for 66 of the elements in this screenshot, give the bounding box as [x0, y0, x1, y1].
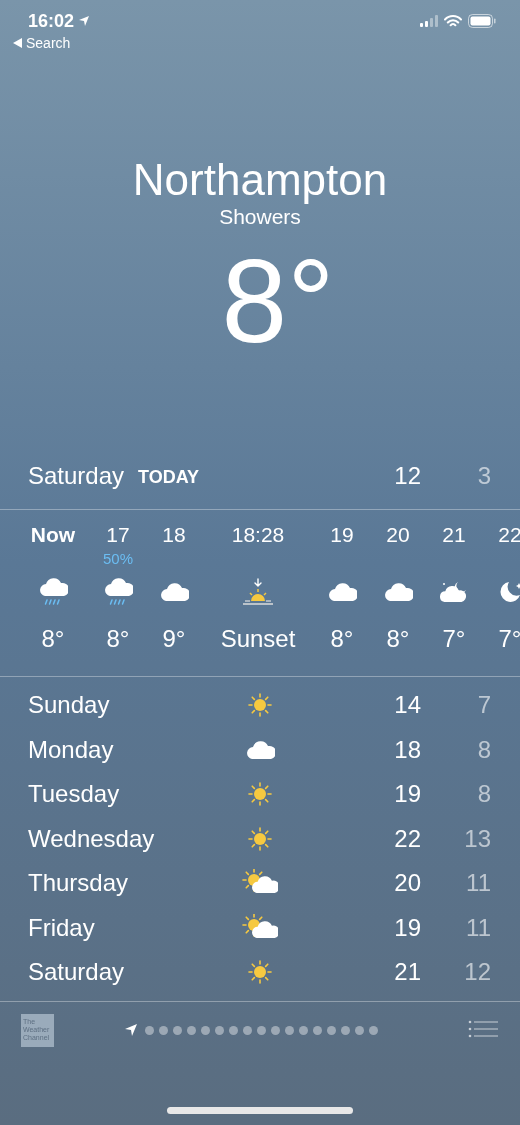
day-low: 11: [465, 912, 491, 943]
day-name: Thursday: [28, 868, 130, 899]
today-low: 3: [476, 461, 491, 491]
day-name: Wednesday: [28, 823, 156, 854]
day-high: 14: [393, 690, 421, 721]
hour-temperature: 9°: [162, 624, 186, 654]
hour-label: 20: [386, 522, 410, 548]
hour-label: 17: [106, 522, 130, 548]
day-name: Sunday: [28, 690, 111, 721]
day-high: 22: [393, 823, 421, 854]
sun-icon: [246, 691, 274, 720]
day-low: 12: [463, 957, 491, 988]
back-triangle-icon: [13, 38, 22, 48]
cloud-icon: [383, 581, 413, 603]
cloud-icon: [327, 581, 357, 603]
rain-cloud-icon: [38, 577, 68, 607]
day-high: 19: [393, 912, 421, 943]
city-name: Northampton: [132, 154, 388, 206]
hour-label: 18:28: [231, 522, 285, 548]
day-low: 13: [463, 823, 491, 854]
wifi-icon: [444, 14, 462, 28]
hour-temperature: 7°: [442, 624, 466, 654]
moon-cloud-icon: [439, 579, 469, 605]
hour-temperature: 8°: [41, 624, 65, 654]
weather-condition: Showers: [219, 204, 301, 230]
today-label: TODAY: [138, 465, 200, 489]
signal-icon: [420, 15, 438, 27]
hour-temperature: 8°: [386, 624, 410, 654]
hour-label: 22: [498, 522, 520, 548]
hour-label: 21: [442, 522, 466, 548]
day-low: 8: [476, 734, 491, 765]
day-low: 11: [465, 868, 491, 899]
day-name: Saturday: [28, 957, 126, 988]
current-temperature: 8°: [220, 236, 335, 366]
hour-label: 18: [162, 522, 186, 548]
hour-label: 19: [330, 522, 354, 548]
today-high: 12: [393, 461, 421, 491]
battery-icon: [468, 14, 496, 28]
hour-label: Now: [30, 522, 76, 548]
location-arrow-icon: [78, 15, 91, 27]
status-time: 16:02: [28, 10, 75, 32]
hour-temperature: 7°: [498, 624, 520, 654]
day-name: Monday: [28, 734, 115, 765]
day-name: Friday: [28, 912, 96, 943]
sun-icon: [246, 958, 274, 987]
back-button[interactable]: Search: [13, 34, 91, 52]
hour-temperature: 8°: [330, 624, 354, 654]
hour-temperature: 8°: [106, 624, 130, 654]
hour-temperature: Sunset: [220, 624, 296, 654]
list-icon[interactable]: [468, 1020, 498, 1040]
cloud-icon: [159, 581, 189, 603]
sun-icon: [246, 824, 274, 853]
today-day: Saturday: [28, 458, 125, 494]
day-high: 18: [393, 734, 421, 765]
day-high: 19: [393, 779, 421, 810]
day-low: 8: [476, 779, 491, 810]
cloud-icon: [245, 738, 275, 761]
day-low: 7: [476, 690, 491, 721]
precipitation-chance: 50%: [103, 548, 133, 569]
day-name: Tuesday: [28, 779, 121, 810]
sunset-icon: [241, 577, 275, 607]
sun-icon: [246, 780, 274, 809]
day-high: 21: [393, 957, 421, 988]
day-high: 20: [393, 868, 421, 899]
location-page-icon[interactable]: [124, 1023, 138, 1037]
rain-cloud-icon: [103, 577, 133, 607]
